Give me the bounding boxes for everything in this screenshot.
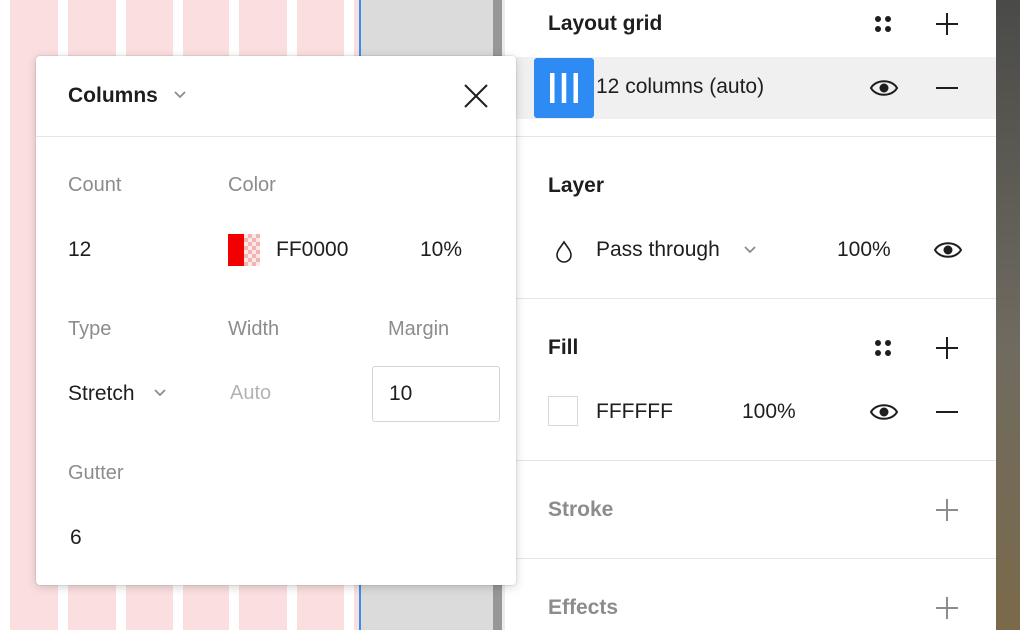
section-divider — [516, 460, 996, 461]
fill-color-swatch[interactable] — [548, 396, 578, 426]
type-select[interactable]: Stretch — [68, 382, 135, 406]
count-input[interactable]: 12 — [68, 238, 91, 262]
section-divider — [516, 298, 996, 299]
fill-opacity[interactable]: 100% — [742, 400, 796, 424]
gutter-input[interactable]: 6 — [70, 526, 82, 550]
plus-icon[interactable] — [934, 11, 960, 37]
margin-label: Margin — [388, 318, 450, 340]
grid-color-swatch[interactable] — [228, 234, 260, 266]
grid-color-solid — [228, 234, 244, 266]
width-label: Width — [228, 318, 280, 340]
width-input[interactable]: Auto — [230, 382, 271, 405]
popup-divider — [36, 136, 516, 137]
layout-grid-title: Layout grid — [548, 12, 663, 35]
drop-icon — [556, 240, 572, 263]
grid-settings-popup: Columns Count Color 12 FF0000 10% Type W… — [36, 56, 516, 585]
section-divider — [516, 136, 996, 137]
drag-dots-icon[interactable] — [870, 11, 896, 37]
type-label: Type — [68, 318, 112, 340]
section-divider — [516, 558, 996, 559]
window-edge — [996, 0, 1020, 630]
margin-input[interactable] — [372, 366, 500, 422]
minus-icon[interactable] — [934, 400, 960, 424]
chevron-down-icon[interactable] — [172, 88, 188, 102]
count-label: Count — [68, 174, 122, 196]
grid-color-opacity[interactable]: 10% — [420, 238, 462, 262]
properties-panel: Layout grid 12 columns (auto) Layer Pass… — [516, 0, 996, 630]
chevron-down-icon[interactable] — [152, 386, 168, 400]
gutter-label: Gutter — [68, 462, 124, 484]
grid-type-select[interactable]: Columns — [68, 84, 158, 108]
plus-icon[interactable] — [934, 335, 960, 361]
eye-icon[interactable] — [933, 238, 963, 262]
minus-icon[interactable] — [934, 76, 960, 100]
grid-color-transparency — [244, 234, 260, 266]
layer-title: Layer — [548, 174, 605, 197]
drag-dots-icon[interactable] — [870, 335, 896, 361]
close-icon[interactable] — [462, 82, 490, 110]
chevron-down-icon[interactable] — [742, 243, 758, 257]
columns-grid-button[interactable] — [534, 58, 594, 118]
fill-title: Fill — [548, 336, 579, 359]
color-label: Color — [228, 174, 276, 196]
columns-icon — [550, 73, 578, 103]
layer-opacity[interactable]: 100% — [837, 238, 891, 262]
fill-hex[interactable]: FFFFFF — [596, 400, 673, 424]
blend-mode-select[interactable]: Pass through — [596, 238, 720, 262]
plus-icon[interactable] — [934, 595, 960, 621]
column-gutter — [0, 0, 10, 630]
effects-title: Effects — [548, 596, 619, 619]
layout-grid-label[interactable]: 12 columns (auto) — [596, 75, 764, 99]
eye-icon[interactable] — [869, 400, 899, 424]
stroke-title: Stroke — [548, 498, 614, 521]
grid-color-hex[interactable]: FF0000 — [276, 238, 348, 262]
eye-icon[interactable] — [869, 76, 899, 100]
plus-icon[interactable] — [934, 497, 960, 523]
